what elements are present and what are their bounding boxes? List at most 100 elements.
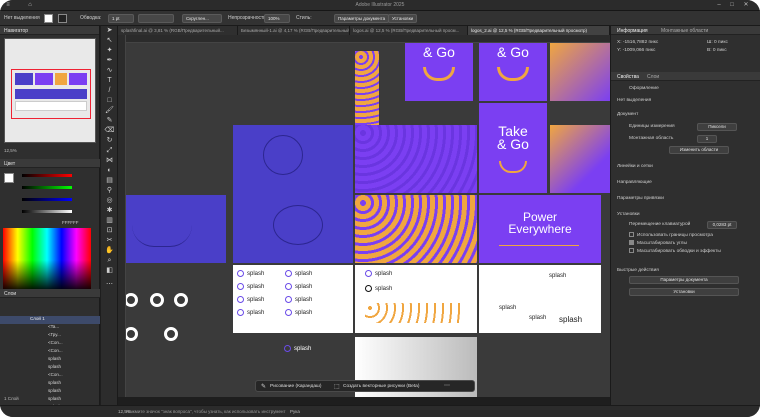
tab-appearance[interactable]: Оформление bbox=[629, 86, 659, 91]
slice-tool-icon[interactable]: ✂ bbox=[101, 236, 118, 246]
document-tabs: splashfinal.ai @ 3,81 % (RGB/Предварител… bbox=[118, 26, 610, 35]
layer-row[interactable]: <Con... bbox=[0, 372, 100, 380]
maximize-icon[interactable]: □ bbox=[728, 2, 736, 9]
type-tool-icon[interactable]: T bbox=[101, 76, 118, 86]
opacity-field[interactable]: 100% bbox=[264, 14, 290, 23]
artboard-photo-1[interactable] bbox=[550, 43, 610, 101]
artboard-power-everywhere[interactable]: Power Everywhere bbox=[479, 195, 601, 263]
color-fill-stroke[interactable] bbox=[4, 173, 14, 183]
tab-doc-2[interactable]: Безымянный-1.ai @ 4,17 % (RGB/Предварите… bbox=[238, 26, 350, 35]
close-icon[interactable]: ✕ bbox=[742, 2, 750, 9]
navigator-preview[interactable] bbox=[4, 38, 96, 143]
color-slider-g[interactable] bbox=[22, 186, 72, 189]
preferences-button[interactable]: Установки bbox=[388, 14, 418, 23]
hand-tool-icon[interactable]: ✋ bbox=[101, 246, 118, 256]
color-slider-r[interactable] bbox=[22, 174, 72, 177]
check-scale-strokes[interactable]: Масштабировать обводки и эффекты bbox=[629, 248, 721, 254]
direct-selection-icon[interactable]: ↖ bbox=[101, 36, 118, 46]
fill-stroke-icon[interactable]: ◧ bbox=[101, 266, 118, 280]
artboard-indigo-squiggle-3[interactable] bbox=[233, 195, 353, 263]
tab-info[interactable]: Информация bbox=[617, 28, 648, 34]
vectorize-icon[interactable]: ⬚ bbox=[334, 383, 340, 390]
layer-row[interactable]: <Con... bbox=[0, 340, 100, 348]
tab-doc-3[interactable]: logos.ai @ 12,5 % (RGB/Предварительный п… bbox=[350, 26, 468, 35]
tab-artboards[interactable]: Монтажные области bbox=[661, 28, 708, 34]
selection-tool-icon[interactable]: ➤ bbox=[101, 26, 118, 36]
pencil-icon[interactable]: ✎ bbox=[101, 116, 118, 126]
more-options-icon[interactable]: ⋯ bbox=[444, 382, 450, 389]
layer-row[interactable]: <Con... bbox=[0, 348, 100, 356]
tab-doc-4[interactable]: logos_2.ai @ 12,5 % (RGB/Предварительный… bbox=[468, 26, 610, 35]
tab-properties[interactable]: Свойства bbox=[617, 74, 639, 80]
artboard-indigo-squiggle-2[interactable] bbox=[126, 195, 226, 263]
zoom-tool-icon[interactable]: ⌕ bbox=[101, 256, 118, 266]
document-setup-button[interactable]: Параметры документа bbox=[334, 14, 390, 23]
layer-row[interactable]: <Гру... bbox=[0, 332, 100, 340]
artboard-smile-2[interactable]: & Go bbox=[479, 43, 547, 101]
stroke-weight-field[interactable]: 1 pt bbox=[108, 14, 134, 23]
layer-row[interactable]: splash bbox=[0, 380, 100, 388]
paintbrush-icon[interactable]: 🖌 bbox=[101, 106, 118, 116]
navigator-zoom[interactable]: 12,5% bbox=[4, 148, 17, 153]
edit-artboards-button[interactable]: Изменить области bbox=[669, 146, 729, 154]
horizontal-ruler[interactable] bbox=[126, 35, 610, 43]
keyboard-increment-field[interactable]: 0,0283 pt bbox=[707, 221, 737, 229]
brush-field[interactable]: Скруглен... bbox=[182, 14, 222, 23]
artboard-photo-2[interactable] bbox=[550, 125, 610, 193]
artboard-orange-pattern[interactable] bbox=[355, 195, 477, 263]
more-tools-icon[interactable]: ⋯ bbox=[101, 280, 118, 290]
stroke-swatch[interactable] bbox=[58, 14, 67, 23]
minimize-icon[interactable]: – bbox=[715, 2, 723, 9]
curvature-icon[interactable]: ∿ bbox=[101, 66, 118, 76]
layer-row[interactable]: Слой 1 bbox=[0, 316, 100, 324]
symbol-sprayer-icon[interactable]: ✱ bbox=[101, 206, 118, 216]
artboard-take-go[interactable]: Take & Go bbox=[479, 103, 547, 193]
artboard-splash-logos-1[interactable]: splash splash splash splash splash splas… bbox=[233, 265, 353, 333]
artboard-indigo-squiggle-1[interactable] bbox=[233, 125, 353, 195]
layer-row[interactable]: splash bbox=[0, 356, 100, 364]
eraser-icon[interactable]: ⌫ bbox=[101, 126, 118, 136]
loose-logo-shapes[interactable] bbox=[126, 293, 204, 363]
artboard-purple-pattern[interactable] bbox=[355, 125, 477, 193]
canvas[interactable]: & Go & Go Take & Go Power Everywhere spl… bbox=[126, 43, 610, 397]
quick-doc-setup-button[interactable]: Параметры документа bbox=[629, 276, 739, 284]
tab-doc-1[interactable]: splashfinal.ai @ 3,81 % (RGB/Предварител… bbox=[118, 26, 238, 35]
fill-swatch[interactable] bbox=[44, 14, 53, 23]
layer-row[interactable]: splash bbox=[0, 388, 100, 396]
gradient-icon[interactable]: ▤ bbox=[101, 176, 118, 186]
quick-prefs-button[interactable]: Установки bbox=[629, 288, 739, 296]
layer-row[interactable]: splash bbox=[0, 364, 100, 372]
magic-wand-icon[interactable]: ✦ bbox=[101, 46, 118, 56]
pen-tool-icon[interactable]: ✒ bbox=[101, 56, 118, 66]
rectangle-tool-icon[interactable]: □ bbox=[101, 96, 118, 106]
artboard-smile-1[interactable]: & Go bbox=[405, 43, 473, 101]
draw-pencil-button[interactable]: Рисование (Карандаш) bbox=[270, 384, 321, 389]
check-preview-bounds[interactable]: Использовать границы просмотра bbox=[629, 232, 713, 238]
eyedropper-icon[interactable]: ⚲ bbox=[101, 186, 118, 196]
color-slider-b[interactable] bbox=[22, 198, 72, 201]
vectorize-button[interactable]: Создать векторные рисунки (Beta) bbox=[343, 384, 419, 389]
color-hex[interactable]: FFFFFF bbox=[62, 220, 79, 225]
pencil-icon[interactable]: ✎ bbox=[261, 383, 266, 390]
rotate-icon[interactable]: ↻ bbox=[101, 136, 118, 146]
color-spectrum[interactable] bbox=[3, 228, 91, 292]
layer-row[interactable]: <Ta... bbox=[0, 324, 100, 332]
color-slider-a[interactable] bbox=[22, 210, 72, 213]
blend-icon[interactable]: ◎ bbox=[101, 196, 118, 206]
variable-width-field[interactable] bbox=[138, 14, 174, 23]
shape-builder-icon[interactable]: ◐ bbox=[101, 166, 118, 176]
artboard-splash-logos-2[interactable]: splash splash bbox=[355, 265, 477, 333]
check-scale-corners[interactable]: Масштабировать углы bbox=[629, 240, 687, 246]
units-select[interactable]: Пиксели bbox=[697, 123, 737, 131]
artboard-pattern-strip[interactable] bbox=[355, 51, 379, 125]
artboard-tool-icon[interactable]: ⊡ bbox=[101, 226, 118, 236]
tab-layers[interactable]: Слои bbox=[647, 74, 659, 80]
vertical-ruler[interactable] bbox=[118, 35, 126, 397]
tools-panel: ➤ ↖ ✦ ✒ ∿ T / □ 🖌 ✎ ⌫ ↻ ⤢ ⋈ ◐ ▤ ⚲ ◎ ✱ ▥ … bbox=[101, 26, 118, 405]
line-tool-icon[interactable]: / bbox=[101, 86, 118, 96]
artboard-select[interactable]: 1 bbox=[697, 135, 717, 143]
graph-tool-icon[interactable]: ▥ bbox=[101, 216, 118, 226]
artboard-splash-logos-3[interactable]: splash splash splash splash bbox=[479, 265, 601, 333]
width-tool-icon[interactable]: ⋈ bbox=[101, 156, 118, 166]
scale-icon[interactable]: ⤢ bbox=[101, 146, 118, 156]
